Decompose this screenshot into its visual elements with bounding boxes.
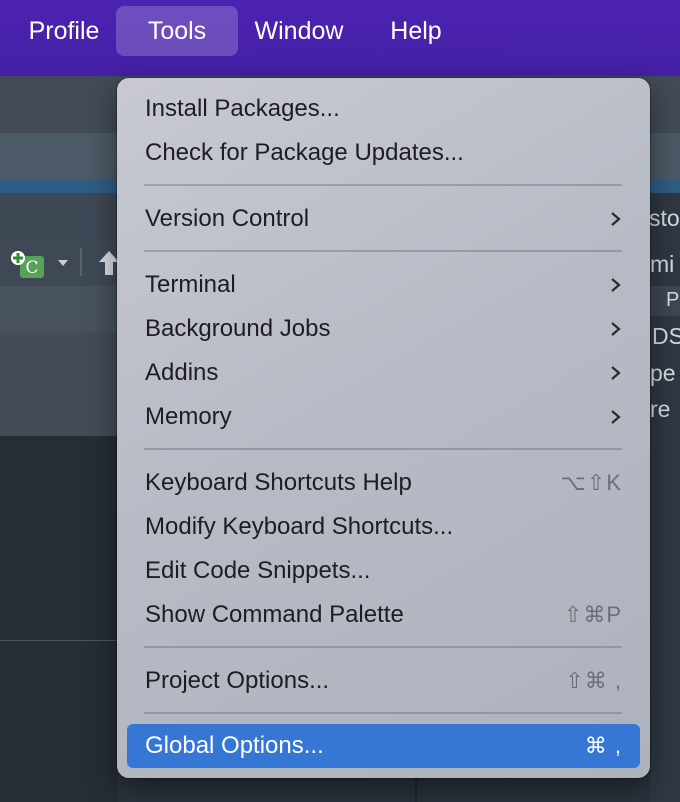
shortcut-label: ⇧⌘P (563, 602, 622, 627)
menu-separator (144, 250, 622, 252)
menu-item-edit-code-snippets[interactable]: Edit Code Snippets... (127, 552, 640, 590)
right-pane-text: sto (649, 205, 680, 231)
menu-item-project-options[interactable]: Project Options... ⇧⌘ , (127, 662, 640, 700)
chevron-right-icon (611, 212, 621, 226)
menu-help[interactable]: Help (378, 6, 454, 56)
menu-separator (144, 712, 622, 714)
ide-splitter[interactable] (0, 640, 118, 641)
chevron-right-icon (611, 278, 621, 292)
menu-item-show-command-palette[interactable]: Show Command Palette ⇧⌘P (127, 596, 640, 634)
menu-item-version-control[interactable]: Version Control (127, 200, 640, 238)
right-pane-text: re (650, 396, 671, 422)
new-c-file-icon[interactable]: C (10, 250, 46, 278)
chevron-right-icon (611, 366, 621, 380)
menu-separator (144, 646, 622, 648)
chevron-right-icon (611, 322, 621, 336)
shortcut-label: ⌥⇧K (560, 470, 622, 495)
menu-item-global-options[interactable]: Global Options... ⌘ , (127, 724, 640, 768)
dropdown-arrow-icon[interactable] (57, 259, 69, 267)
right-pane-text: pe (650, 360, 676, 386)
shortcut-label: ⌘ , (584, 733, 622, 758)
ide-left-tab-row (0, 286, 118, 333)
tools-menu: Install Packages... Check for Package Up… (117, 78, 650, 778)
shortcut-label: ⇧⌘ , (565, 668, 622, 693)
menu-tools[interactable]: Tools (116, 6, 238, 56)
menu-item-terminal[interactable]: Terminal (127, 266, 640, 304)
menu-separator (144, 184, 622, 186)
menu-item-install-packages[interactable]: Install Packages... (127, 90, 640, 128)
menu-item-background-jobs[interactable]: Background Jobs (127, 310, 640, 348)
ide-right-pane (650, 193, 680, 802)
right-pane-text: mi (650, 251, 675, 277)
menu-profile[interactable]: Profile (14, 6, 114, 56)
menu-item-modify-keyboard-shortcuts[interactable]: Modify Keyboard Shortcuts... (127, 508, 640, 546)
menu-item-addins[interactable]: Addins (127, 354, 640, 392)
menu-item-keyboard-shortcuts-help[interactable]: Keyboard Shortcuts Help ⌥⇧K (127, 464, 640, 502)
ide-editor-area (0, 436, 118, 802)
menu-item-check-package-updates[interactable]: Check for Package Updates... (127, 134, 640, 172)
menu-bar: Profile Tools Window Help (0, 0, 680, 76)
right-pane-column-header: Pa (666, 289, 680, 311)
right-pane-text: DS (652, 323, 680, 349)
menu-separator (144, 448, 622, 450)
menu-item-memory[interactable]: Memory (127, 398, 640, 436)
ide-left-panel (0, 332, 118, 436)
menu-window[interactable]: Window (244, 6, 354, 56)
chevron-right-icon (611, 410, 621, 424)
svg-text:C: C (25, 258, 38, 278)
toolbar-separator (80, 248, 82, 276)
